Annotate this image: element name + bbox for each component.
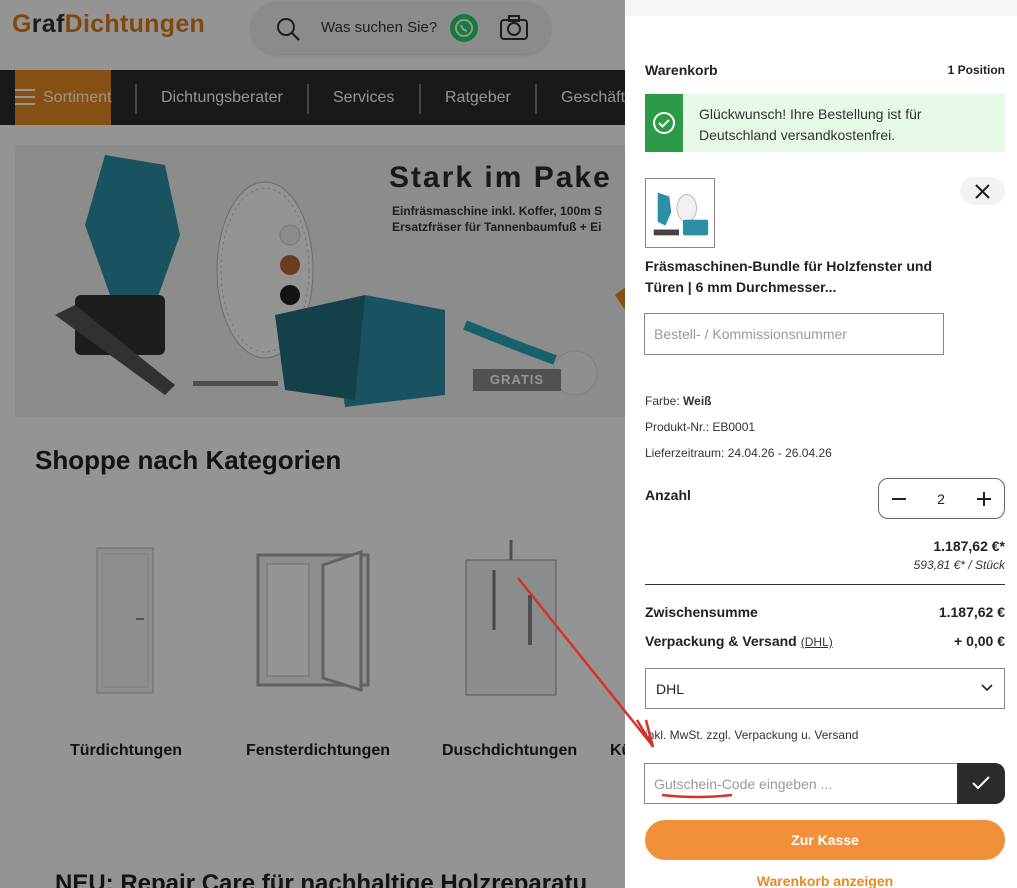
check-circle-icon bbox=[653, 112, 675, 134]
remove-item-button[interactable] bbox=[960, 177, 1005, 205]
subtotal-value: 1.187,62 € bbox=[938, 604, 1005, 620]
cart-offcanvas: Warenkorb 1 Position Glückwunsch! Ihre B… bbox=[625, 0, 1017, 888]
cart-title: Warenkorb bbox=[645, 62, 718, 78]
chevron-down-icon bbox=[981, 684, 993, 692]
subtotal-label: Zwischensumme bbox=[645, 604, 758, 620]
quantity-stepper: 2 bbox=[878, 478, 1005, 519]
product-name-link[interactable]: Fräsmaschinen-Bundle für Holzfenster und… bbox=[645, 256, 965, 298]
alert-text: Glückwunsch! Ihre Bestellung ist für Deu… bbox=[699, 106, 922, 143]
shipping-info-link[interactable]: (DHL) bbox=[801, 635, 833, 649]
product-color: Farbe: Weiß bbox=[645, 394, 712, 408]
checkmark-icon bbox=[972, 776, 990, 790]
summary-divider bbox=[645, 584, 1005, 585]
product-thumbnail[interactable] bbox=[645, 178, 715, 248]
cart-top-bar bbox=[625, 0, 1017, 16]
cart-item-count: 1 Position bbox=[947, 63, 1005, 77]
unit-price: 593,81 €* / Stück bbox=[913, 558, 1005, 572]
quantity-value[interactable]: 2 bbox=[919, 491, 963, 507]
shipping-value: + 0,00 € bbox=[954, 633, 1005, 649]
plus-icon[interactable] bbox=[974, 489, 994, 509]
close-icon bbox=[975, 184, 990, 199]
shipping-method-value: DHL bbox=[656, 681, 685, 697]
view-cart-link[interactable]: Warenkorb anzeigen bbox=[645, 873, 1005, 888]
coupon-code-input[interactable] bbox=[644, 763, 958, 804]
apply-coupon-button[interactable] bbox=[957, 763, 1005, 804]
shipping-label: Verpackung & Versand (DHL) bbox=[645, 633, 833, 649]
line-total-price: 1.187,62 €* bbox=[933, 538, 1005, 554]
quantity-label: Anzahl bbox=[645, 487, 691, 503]
shipping-method-select[interactable]: DHL bbox=[645, 668, 1005, 709]
minus-icon[interactable] bbox=[889, 489, 909, 509]
checkout-button[interactable]: Zur Kasse bbox=[645, 820, 1005, 860]
delivery-period: Lieferzeitraum: 24.04.26 - 26.04.26 bbox=[645, 446, 832, 460]
free-shipping-alert: Glückwunsch! Ihre Bestellung ist für Deu… bbox=[645, 94, 1005, 152]
kommission-input[interactable] bbox=[644, 313, 944, 355]
tax-note: inkl. MwSt. zzgl. Verpackung u. Versand bbox=[645, 728, 859, 742]
product-number: Produkt-Nr.: EB0001 bbox=[645, 420, 756, 434]
